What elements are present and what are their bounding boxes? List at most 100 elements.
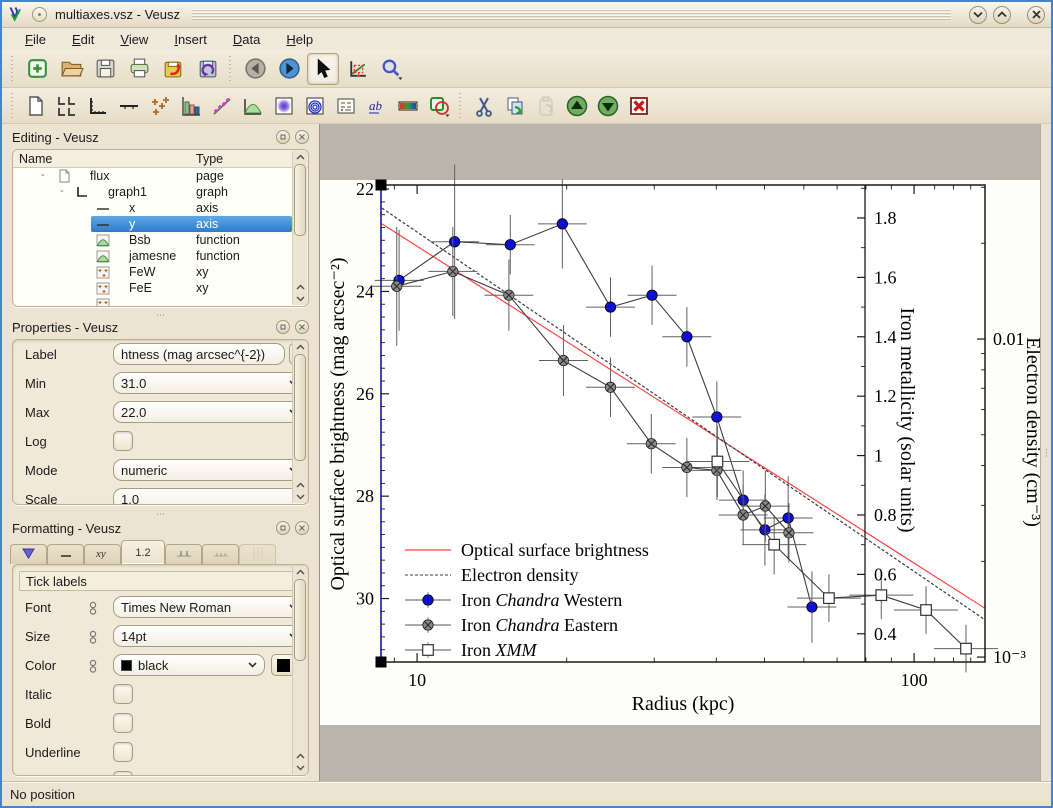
bold-checkbox[interactable] xyxy=(113,713,133,733)
tree-row-graph1[interactable]: -graph1graph xyxy=(13,184,308,200)
scroll-down-button[interactable] xyxy=(293,293,307,305)
close-panel-button[interactable] xyxy=(295,130,309,144)
scroll-up-button[interactable] xyxy=(293,566,307,578)
reload-datasets-button[interactable] xyxy=(191,53,223,85)
add-key-button[interactable] xyxy=(331,91,360,120)
add-image-button[interactable] xyxy=(269,91,298,120)
tree-header[interactable]: Name Type xyxy=(13,150,308,168)
move-up-button[interactable] xyxy=(562,91,591,120)
open-document-button[interactable] xyxy=(55,53,87,85)
formatting-tab-main-triangle[interactable] xyxy=(10,544,47,564)
titlebar[interactable]: multiaxes.vsz - Veusz xyxy=(2,2,1051,28)
menu-data[interactable]: Data xyxy=(220,30,273,49)
save-document-button[interactable] xyxy=(89,53,121,85)
zoom-axes-button[interactable] xyxy=(341,53,373,85)
scroll-down-button[interactable] xyxy=(293,762,307,774)
delete-widget-button[interactable] xyxy=(624,91,653,120)
scroll-down-button[interactable] xyxy=(293,491,307,503)
float-panel-button[interactable] xyxy=(276,521,290,535)
editing-scrollbar[interactable] xyxy=(292,151,307,305)
tree-row-y[interactable]: yaxis xyxy=(13,216,308,232)
menu-help[interactable]: Help xyxy=(273,30,326,49)
add-bar-button[interactable] xyxy=(176,91,205,120)
color-combo[interactable]: black xyxy=(113,654,265,676)
add-page-button[interactable] xyxy=(21,91,50,120)
tree-row-partial[interactable] xyxy=(13,296,308,307)
canvas-splitter[interactable]: ⋯ xyxy=(1040,124,1051,783)
add-fit-button[interactable] xyxy=(207,91,236,120)
formatting-tab-grid-lines[interactable] xyxy=(239,544,276,564)
formatting-tab-axis-line[interactable] xyxy=(47,544,84,564)
tree-row-jamesne[interactable]: jamesnefunction xyxy=(13,248,308,264)
export-document-button[interactable] xyxy=(157,53,189,85)
axis-handle[interactable] xyxy=(376,657,387,668)
float-panel-button[interactable] xyxy=(276,130,290,144)
formatting-tab-axis-label[interactable]: xy xyxy=(84,544,121,564)
new-document-button[interactable] xyxy=(21,53,53,85)
italic-checkbox[interactable] xyxy=(113,684,133,704)
plot-canvas[interactable]: 1.81.61.41.210.80.60.41010022242628300.0… xyxy=(319,124,1051,783)
add-graph-button[interactable] xyxy=(83,91,112,120)
print-document-button[interactable] xyxy=(123,53,155,85)
float-panel-button[interactable] xyxy=(276,320,290,334)
formatting-tab-1.2[interactable]: 1.2 xyxy=(121,540,165,564)
scale-input[interactable]: 1.0 xyxy=(113,488,306,505)
label-input[interactable]: htness (mag arcsec^{-2}) xyxy=(113,343,285,365)
menu-insert[interactable]: Insert xyxy=(161,30,220,49)
close-panel-button[interactable] xyxy=(295,521,309,535)
toolbar-grip[interactable] xyxy=(9,93,17,119)
underline-checkbox[interactable] xyxy=(113,742,133,762)
tree-row-flux[interactable]: -fluxpage xyxy=(13,168,308,184)
next-page-button[interactable] xyxy=(273,53,305,85)
mode-combo[interactable]: numeric xyxy=(113,459,306,481)
formatting-tab-major-ticks[interactable] xyxy=(165,544,202,564)
scroll-up-button[interactable] xyxy=(293,341,307,353)
tree-row-Bsb[interactable]: Bsbfunction xyxy=(13,232,308,248)
min-combo[interactable]: 31.0 xyxy=(113,372,306,394)
max-combo[interactable]: 22.0 xyxy=(113,401,306,423)
hide-checkbox[interactable] xyxy=(113,771,133,776)
scrollbar-thumb[interactable] xyxy=(294,579,306,661)
shade-button[interactable] xyxy=(969,6,987,24)
tree-row-FeW[interactable]: FeWxy xyxy=(13,264,308,280)
select-widget-button[interactable] xyxy=(307,53,339,85)
tree-expander[interactable]: - xyxy=(60,185,64,197)
scroll-up-button[interactable] xyxy=(293,750,307,762)
window-menu-button[interactable] xyxy=(32,7,47,22)
add-colorbar-button[interactable] xyxy=(393,91,422,120)
scroll-up-button[interactable] xyxy=(293,479,307,491)
size-combo[interactable]: 14pt xyxy=(113,625,306,647)
menu-view[interactable]: View xyxy=(107,30,161,49)
move-down-button[interactable] xyxy=(593,91,622,120)
tree-expander[interactable]: - xyxy=(41,169,45,181)
scroll-up-button[interactable] xyxy=(293,151,307,163)
add-axis-button[interactable] xyxy=(114,91,143,120)
plot[interactable]: 1.81.61.41.210.80.60.41010022242628300.0… xyxy=(320,124,1050,783)
close-button[interactable] xyxy=(1027,6,1045,24)
formatting-scrollbar[interactable] xyxy=(292,566,307,774)
menu-file[interactable]: File xyxy=(12,30,59,49)
scrollbar-track[interactable] xyxy=(294,579,306,749)
scrollbar-thumb[interactable] xyxy=(294,164,306,236)
add-contour-button[interactable] xyxy=(300,91,329,120)
previous-page-button[interactable] xyxy=(239,53,271,85)
log-checkbox[interactable] xyxy=(113,431,133,451)
font-combo[interactable]: Times New Roman xyxy=(113,596,306,618)
scroll-up-button[interactable] xyxy=(293,281,307,293)
add-xy-button[interactable] xyxy=(145,91,174,120)
tree-row-FeE[interactable]: FeExy xyxy=(13,280,308,296)
scrollbar-thumb[interactable] xyxy=(294,354,306,461)
scrollbar-track[interactable] xyxy=(294,164,306,280)
menu-edit[interactable]: Edit xyxy=(59,30,107,49)
maximize-button[interactable] xyxy=(993,6,1011,24)
paste-widget-button[interactable] xyxy=(531,91,560,120)
add-grid-button[interactable] xyxy=(52,91,81,120)
tree-row-x[interactable]: xaxis xyxy=(13,200,308,216)
cut-widget-button[interactable] xyxy=(469,91,498,120)
scrollbar-track[interactable] xyxy=(294,354,306,478)
close-panel-button[interactable] xyxy=(295,320,309,334)
add-label-button[interactable]: ab xyxy=(362,91,391,120)
axis-handle[interactable] xyxy=(376,180,387,191)
formatting-tab-minor-ticks[interactable] xyxy=(202,544,239,564)
add-function-button[interactable] xyxy=(238,91,267,120)
